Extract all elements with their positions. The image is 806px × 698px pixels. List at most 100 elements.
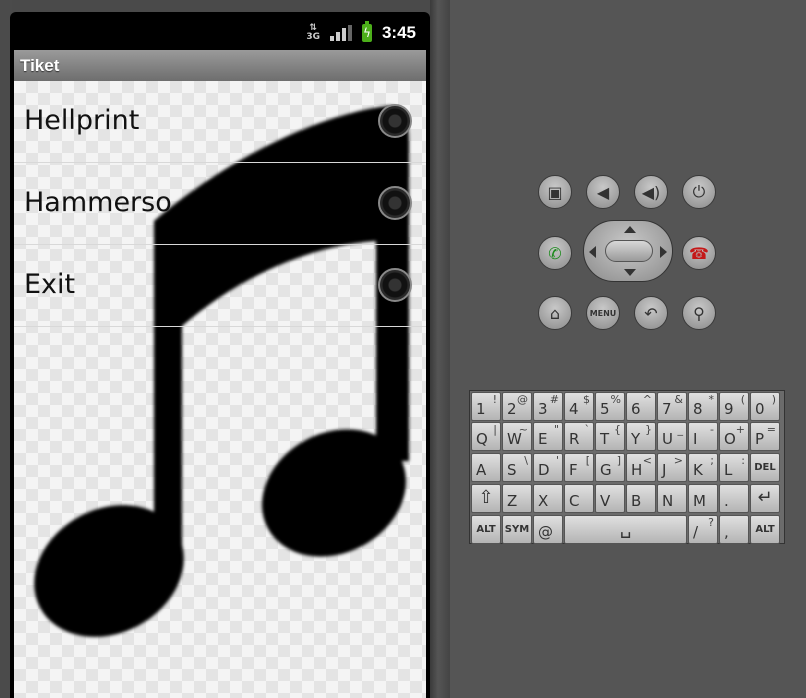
list-item-hellprint[interactable]: Hellprint <box>14 81 426 163</box>
key-n[interactable]: N <box>657 484 687 513</box>
key-g[interactable]: G] <box>595 453 625 482</box>
key-b[interactable]: B <box>626 484 656 513</box>
end-call-button[interactable]: ☎ <box>682 236 716 270</box>
key-alt-label: ~ <box>518 423 528 436</box>
key-q[interactable]: Q | <box>471 422 501 451</box>
search-icon: ⚲ <box>693 303 705 323</box>
key-a[interactable]: A <box>471 453 501 482</box>
key-label: F <box>569 461 578 479</box>
key-label: D <box>538 461 550 479</box>
volume-down-button[interactable]: ◀ <box>586 175 620 209</box>
list-item-label: Hellprint <box>24 105 140 136</box>
key-s[interactable]: S \ <box>502 453 532 482</box>
key-label: DEL <box>754 462 776 473</box>
radio-button-exit[interactable] <box>378 268 412 302</box>
key-u[interactable]: U _ <box>657 422 687 451</box>
dpad-up-icon[interactable] <box>624 226 636 233</box>
key-f[interactable]: F[ <box>564 453 594 482</box>
key-i[interactable]: I- <box>688 422 718 451</box>
dpad-right-icon[interactable] <box>660 246 667 258</box>
dpad-center-button[interactable] <box>605 240 653 262</box>
key-6[interactable]: 6 ^ <box>626 392 656 421</box>
key-7[interactable]: 7 & <box>657 392 687 421</box>
key-alt-label: $ <box>583 393 590 406</box>
volume-up-button[interactable]: ◀) <box>634 175 668 209</box>
key-alt-label: & <box>674 393 683 406</box>
home-icon: ⌂ <box>549 303 561 323</box>
camera-button[interactable]: ▣ <box>538 175 572 209</box>
alt-key-left[interactable]: ALT <box>471 515 501 544</box>
key-z[interactable]: Z <box>502 484 532 513</box>
key-e[interactable]: E " <box>533 422 563 451</box>
key-alt-label: + <box>735 423 745 436</box>
key-label: 3 <box>538 400 548 418</box>
delete-key[interactable]: DEL <box>750 453 780 482</box>
key-4[interactable]: 4 $ <box>564 392 594 421</box>
alt-key-right[interactable]: ALT <box>750 515 780 544</box>
key-label: R <box>569 430 580 448</box>
key-w[interactable]: W ~ <box>502 422 532 451</box>
key-5[interactable]: 5% <box>595 392 625 421</box>
comma-key[interactable]: , <box>719 515 749 544</box>
hardware-keyboard: 1! 2 @3 #4 $5% 6 ^ 7 & 8 * 9(0) Q | W ~ E " R ` T{Y} U _ I - O + P =… <box>469 390 785 544</box>
dpad-left-icon[interactable] <box>589 246 596 258</box>
key-alt-label: ` <box>584 423 591 436</box>
shift-key[interactable]: ⇧ <box>471 484 501 513</box>
search-button[interactable]: ⚲ <box>682 296 716 330</box>
key-m[interactable]: M <box>688 484 718 513</box>
key-k[interactable]: K; <box>688 453 718 482</box>
key-h[interactable]: H < <box>626 453 656 482</box>
back-button[interactable]: ↶ <box>634 296 668 330</box>
enter-key[interactable]: ↵ <box>750 484 780 513</box>
key-t[interactable]: T{ <box>595 422 625 451</box>
key-d[interactable]: D ' <box>533 453 563 482</box>
camera-icon: ▣ <box>547 182 563 202</box>
power-icon: ⏻ <box>692 182 706 201</box>
key-2[interactable]: 2 @ <box>502 392 532 421</box>
key-label: I <box>693 430 698 448</box>
key-label: 2 <box>507 400 517 418</box>
key-p[interactable]: P = <box>750 422 780 451</box>
volume-down-icon: ◀ <box>596 182 610 202</box>
home-button[interactable]: ⌂ <box>538 296 572 330</box>
key-y[interactable]: Y} <box>626 422 656 451</box>
key-r[interactable]: R ` <box>564 422 594 451</box>
power-button[interactable]: ⏻ <box>682 175 716 209</box>
radio-button-hellprint[interactable] <box>378 104 412 138</box>
key-alt-label: { <box>614 423 621 436</box>
at-key[interactable]: @ <box>533 515 563 544</box>
key-x[interactable]: X <box>533 484 563 513</box>
key-alt-label: " <box>553 423 559 436</box>
key-alt-label: < <box>642 454 652 467</box>
sym-key[interactable]: SYM <box>502 515 532 544</box>
key-v[interactable]: V <box>595 484 625 513</box>
key-l[interactable]: L: <box>719 453 749 482</box>
list-item-hammerso[interactable]: Hammerso <box>14 163 426 245</box>
end-call-icon: ☎ <box>689 243 709 263</box>
key-8[interactable]: 8 * <box>688 392 718 421</box>
key-label: 8 <box>693 400 703 418</box>
slash-key[interactable]: /? <box>688 515 718 544</box>
key-label: 6 <box>631 400 641 418</box>
signal-strength-icon <box>329 25 352 41</box>
call-button[interactable]: ✆ <box>538 236 572 270</box>
key-label: @ <box>538 523 553 541</box>
key-0[interactable]: 0) <box>750 392 780 421</box>
key-1[interactable]: 1! <box>471 392 501 421</box>
key-label: ALT <box>755 524 775 535</box>
key-j[interactable]: J > <box>657 453 687 482</box>
key-o[interactable]: O + <box>719 422 749 451</box>
dpad[interactable] <box>583 220 673 282</box>
radio-button-hammerso[interactable] <box>378 186 412 220</box>
menu-button[interactable]: MENU <box>586 296 620 330</box>
space-key[interactable]: ␣ <box>564 515 687 544</box>
key-alt-label: | <box>493 423 497 436</box>
key-c[interactable]: C <box>564 484 594 513</box>
key-period[interactable]: . <box>719 484 749 513</box>
list-item-exit[interactable]: Exit <box>14 245 426 327</box>
key-9[interactable]: 9( <box>719 392 749 421</box>
phone-call-icon: ✆ <box>548 243 562 263</box>
key-3[interactable]: 3 # <box>533 392 563 421</box>
key-alt-label: @ <box>517 393 528 406</box>
dpad-down-icon[interactable] <box>624 269 636 276</box>
